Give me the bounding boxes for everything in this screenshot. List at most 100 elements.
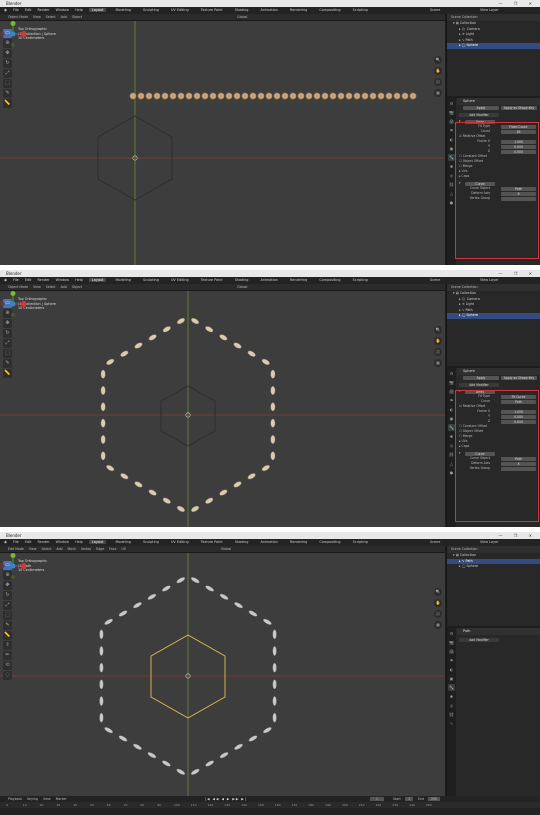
tab-compositing[interactable]: Compositing	[316, 8, 343, 12]
menu-edit[interactable]: Edit	[25, 540, 32, 544]
rotate-tool-icon[interactable]: ↻	[3, 329, 12, 338]
header-view[interactable]: View	[29, 547, 37, 551]
tab-animation[interactable]: Animation	[258, 278, 281, 282]
tab-uv-editing[interactable]: UV Editing	[168, 8, 192, 12]
add-modifier-button[interactable]: Add Modifier	[459, 637, 499, 642]
current-frame-field[interactable]: 1	[370, 797, 385, 801]
menu-file[interactable]: File	[13, 540, 19, 544]
menu-window[interactable]: Window	[56, 540, 69, 544]
outliner-row-sphere[interactable]: ▸ ◯ Sphere	[447, 564, 540, 570]
data-tab-icon[interactable]: ∿	[448, 720, 455, 727]
header-object[interactable]: Object	[72, 285, 82, 289]
add-modifier-button[interactable]: Add Modifier	[459, 382, 499, 387]
scale-tool-icon[interactable]: ⤢	[3, 601, 12, 610]
timeline-ruler[interactable]: 0 10 20 30 40 50 60 70 80 90 100 110 120 130 140 150 160…	[0, 802, 540, 808]
annotate-tool-icon[interactable]: ✎	[3, 89, 12, 98]
scene-tab-icon[interactable]: ⚑	[448, 397, 455, 404]
tab-shading[interactable]: Shading	[232, 278, 252, 282]
move-tool-icon[interactable]: ✥	[3, 319, 12, 328]
particles-tab-icon[interactable]: ✺	[448, 163, 455, 170]
tab-animation[interactable]: Animation	[258, 8, 281, 12]
scale-tool-icon[interactable]: ⤢	[3, 69, 12, 78]
tab-sculpting[interactable]: Sculpting	[140, 540, 162, 544]
tab-scripting[interactable]: Scripting	[350, 8, 371, 12]
tab-animation[interactable]: Animation	[258, 540, 281, 544]
object-tab-icon[interactable]: ▣	[448, 415, 455, 422]
header-vertex[interactable]: Vertex	[81, 547, 91, 551]
constraints-tab-icon[interactable]: ⛓	[448, 451, 455, 458]
scene-selector[interactable]: Scene	[430, 539, 440, 546]
menu-file[interactable]: File	[13, 8, 19, 12]
transform-tool-icon[interactable]: ⬚	[3, 349, 12, 358]
start-frame-field[interactable]: 1	[405, 797, 414, 801]
measure-tool-icon[interactable]: 📏	[3, 631, 12, 640]
material-tab-icon[interactable]: ●	[448, 469, 455, 476]
tab-texture-paint[interactable]: Texture Paint	[198, 8, 226, 12]
tab-rendering[interactable]: Rendering	[287, 278, 310, 282]
physics-tab-icon[interactable]: ◎	[448, 442, 455, 449]
tab-uv-editing[interactable]: UV Editing	[168, 540, 192, 544]
menu-render[interactable]: Render	[37, 8, 49, 12]
transform-orientation[interactable]: Global	[237, 285, 247, 289]
render-tab-icon[interactable]: 📷	[448, 639, 455, 646]
move-tool-icon[interactable]: ✥	[3, 581, 12, 590]
pan-icon[interactable]: ✋	[434, 67, 442, 75]
navigation-gizmo[interactable]	[0, 553, 26, 579]
tab-scripting[interactable]: Scripting	[350, 540, 371, 544]
tab-modeling[interactable]: Modeling	[113, 8, 134, 12]
transform-tool-icon[interactable]: ⬚	[3, 79, 12, 88]
header-view[interactable]: View	[33, 15, 41, 19]
viewport-3d[interactable]: Top Orthographic (1) Collection | Sphere…	[0, 21, 445, 265]
object-tab-icon[interactable]: ▣	[448, 675, 455, 682]
tab-modeling[interactable]: Modeling	[113, 540, 134, 544]
tab-sculpting[interactable]: Sculpting	[140, 8, 162, 12]
move-tool-icon[interactable]: ✥	[3, 49, 12, 58]
blender-logo-icon[interactable]: ◉	[4, 540, 7, 544]
rotate-tool-icon[interactable]: ↻	[3, 591, 12, 600]
material-tab-icon[interactable]: ●	[448, 199, 455, 206]
zoom-icon[interactable]: 🔍	[434, 588, 442, 596]
menu-help[interactable]: Help	[75, 8, 83, 12]
menu-window[interactable]: Window	[56, 8, 69, 12]
view-layer-selector[interactable]: View Layer	[480, 277, 499, 284]
tab-rendering[interactable]: Rendering	[287, 540, 310, 544]
render-tab-icon[interactable]: 📷	[448, 109, 455, 116]
scale-tool-icon[interactable]: ⤢	[3, 339, 12, 348]
apply-button[interactable]: Apply	[463, 375, 499, 380]
rotate-tool-icon[interactable]: ↻	[3, 59, 12, 68]
camera-icon[interactable]: 🎥	[434, 348, 442, 356]
tool-tab-icon[interactable]: ⚙	[448, 100, 455, 107]
apply-as-shape-button[interactable]: Apply as Shape Key	[501, 375, 537, 380]
apply-as-shape-button[interactable]: Apply as Shape Key	[501, 105, 537, 110]
output-tab-icon[interactable]: 🖨	[448, 648, 455, 655]
zoom-icon[interactable]: 🔍	[434, 56, 442, 64]
menu-file[interactable]: File	[13, 278, 19, 282]
pan-icon[interactable]: ✋	[434, 599, 442, 607]
header-add[interactable]: Add	[61, 285, 67, 289]
timeline-view[interactable]: View	[43, 797, 51, 801]
header-mesh[interactable]: Mesh	[68, 547, 76, 551]
tilt-tool-icon[interactable]: ⟲	[3, 661, 12, 670]
extrude-tool-icon[interactable]: ⇪	[3, 641, 12, 650]
tab-layout[interactable]: Layout	[88, 8, 107, 12]
header-view[interactable]: View	[33, 285, 41, 289]
navigation-gizmo[interactable]	[0, 291, 26, 317]
tab-uv-editing[interactable]: UV Editing	[168, 278, 192, 282]
render-tab-icon[interactable]: 📷	[448, 379, 455, 386]
blender-logo-icon[interactable]: ◉	[4, 8, 7, 12]
navigation-gizmo[interactable]	[0, 21, 26, 47]
end-frame-field[interactable]: 250	[428, 797, 441, 801]
constraints-tab-icon[interactable]: ⛓	[448, 711, 455, 718]
header-add[interactable]: Add	[56, 547, 62, 551]
constraints-tab-icon[interactable]: ⛓	[448, 181, 455, 188]
tab-layout[interactable]: Layout	[88, 278, 107, 282]
window-controls[interactable]: — ❐ ✕	[499, 532, 537, 539]
tab-shading[interactable]: Shading	[232, 540, 252, 544]
tab-texture-paint[interactable]: Texture Paint	[198, 278, 226, 282]
camera-icon[interactable]: 🎥	[434, 610, 442, 618]
object-tab-icon[interactable]: ▣	[448, 145, 455, 152]
viewport-3d[interactable]: Top Orthographic (1) Path 10 Centimeters…	[0, 553, 445, 803]
menu-render[interactable]: Render	[37, 540, 49, 544]
tool-tab-icon[interactable]: ⚙	[448, 630, 455, 637]
output-tab-icon[interactable]: 🖨	[448, 388, 455, 395]
